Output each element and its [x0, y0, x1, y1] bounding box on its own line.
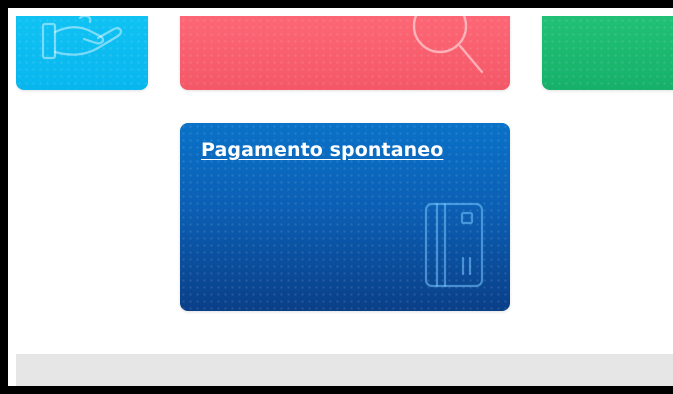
service-card-support[interactable]: [16, 16, 148, 90]
service-card-green[interactable]: [542, 16, 673, 90]
hand-support-icon: [41, 16, 123, 60]
pagamento-spontaneo-link[interactable]: Pagamento spontaneo: [201, 139, 443, 161]
service-card-pagamento-spontaneo[interactable]: Pagamento spontaneo: [180, 123, 510, 311]
search-icon: [412, 16, 484, 74]
credit-card-icon: [424, 202, 484, 288]
service-card-search[interactable]: [180, 16, 510, 90]
screen-frame: Pagamento spontaneo: [0, 0, 673, 394]
page-content: Pagamento spontaneo: [16, 16, 673, 386]
footer-band: [16, 354, 673, 386]
